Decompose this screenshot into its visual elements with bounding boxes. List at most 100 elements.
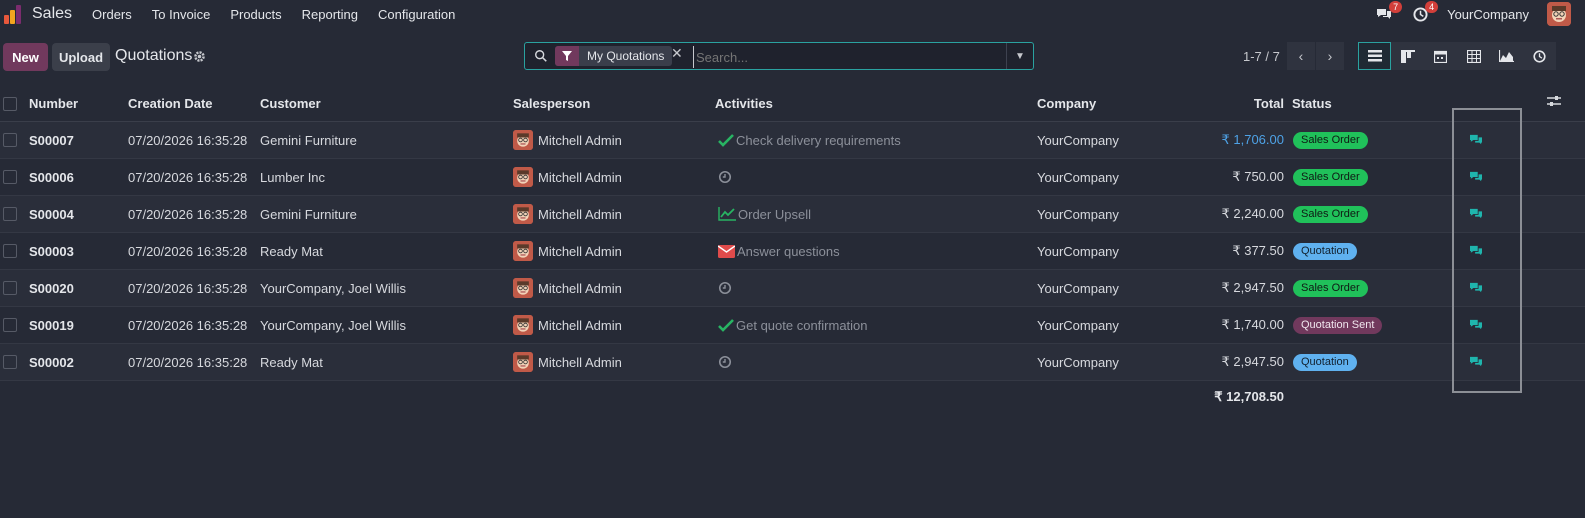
- menu-products[interactable]: Products: [230, 7, 281, 22]
- sum-total: ₹ 12,708.50: [1214, 389, 1284, 404]
- message-icon[interactable]: [1469, 208, 1483, 220]
- graph-view-button[interactable]: [1490, 42, 1523, 70]
- activity-summary[interactable]: Check delivery requirements: [736, 133, 901, 148]
- activity[interactable]: Answer questions: [718, 233, 840, 269]
- customer-name: YourCompany, Joel Willis: [260, 280, 406, 296]
- company-switcher[interactable]: YourCompany: [1447, 7, 1529, 22]
- calendar-view-button[interactable]: [1424, 42, 1457, 70]
- row-checkbox[interactable]: [3, 133, 17, 147]
- table-row[interactable]: S00007 07/20/2026 16:35:28 Gemini Furnit…: [0, 122, 1585, 159]
- facet-remove-icon[interactable]: ✕: [671, 45, 683, 62]
- activity-summary[interactable]: Order Upsell: [738, 207, 811, 222]
- row-checkbox[interactable]: [3, 318, 17, 332]
- select-all-checkbox[interactable]: [3, 96, 17, 111]
- avatar: [513, 352, 533, 372]
- row-checkbox[interactable]: [3, 244, 17, 258]
- status-badge: Quotation: [1293, 353, 1357, 371]
- activities-button[interactable]: 4: [1411, 1, 1439, 23]
- check-icon[interactable]: [718, 318, 734, 332]
- activity[interactable]: [718, 270, 734, 306]
- message-icon[interactable]: [1469, 319, 1483, 331]
- activity[interactable]: Check delivery requirements: [718, 122, 901, 158]
- check-icon[interactable]: [718, 133, 734, 147]
- clock-icon[interactable]: [718, 355, 732, 369]
- list-view-button[interactable]: [1358, 42, 1391, 70]
- salesperson: Mitchell Admin: [513, 270, 622, 306]
- order-number: S00002: [29, 354, 74, 370]
- avatar: [513, 241, 533, 261]
- list-header: Number Creation Date Customer Salesperso…: [0, 86, 1585, 122]
- message-icon[interactable]: [1469, 356, 1483, 368]
- table-row[interactable]: S00019 07/20/2026 16:35:28 YourCompany, …: [0, 307, 1585, 344]
- menu-configuration[interactable]: Configuration: [378, 7, 455, 22]
- pager-value[interactable]: 1-7 / 7: [1243, 49, 1280, 64]
- avatar: [513, 204, 533, 224]
- user-avatar[interactable]: [1547, 2, 1571, 26]
- activity-summary[interactable]: Answer questions: [737, 244, 840, 259]
- activity[interactable]: Get quote confirmation: [718, 307, 868, 343]
- table-row[interactable]: S00002 07/20/2026 16:35:28 Ready Mat Mit…: [0, 344, 1585, 381]
- activity-view-button[interactable]: [1523, 42, 1556, 70]
- creation-date: 07/20/2026 16:35:28: [128, 243, 248, 259]
- list-body: S00007 07/20/2026 16:35:28 Gemini Furnit…: [0, 122, 1585, 381]
- app-title[interactable]: Sales: [32, 5, 72, 23]
- optional-columns-icon[interactable]: [1547, 95, 1561, 109]
- column-company[interactable]: Company: [1037, 86, 1096, 121]
- company-name: YourCompany: [1037, 280, 1119, 296]
- status: Sales Order: [1293, 159, 1368, 195]
- table-row[interactable]: S00003 07/20/2026 16:35:28 Ready Mat Mit…: [0, 233, 1585, 270]
- sales-app-logo[interactable]: [4, 4, 24, 24]
- new-button[interactable]: New: [3, 43, 48, 71]
- column-salesperson[interactable]: Salesperson: [513, 86, 590, 121]
- table-row[interactable]: S00006 07/20/2026 16:35:28 Lumber Inc Mi…: [0, 159, 1585, 196]
- message-icon[interactable]: [1469, 245, 1483, 257]
- activity[interactable]: [718, 159, 734, 195]
- search-options-toggle[interactable]: ▼: [1006, 43, 1033, 69]
- table-row[interactable]: S00020 07/20/2026 16:35:28 YourCompany, …: [0, 270, 1585, 307]
- pivot-view-button[interactable]: [1457, 42, 1490, 70]
- pager-previous-button[interactable]: ‹: [1287, 42, 1315, 70]
- area-chart-icon: [1499, 50, 1514, 62]
- column-number[interactable]: Number: [29, 86, 78, 121]
- kanban-view-button[interactable]: [1391, 42, 1424, 70]
- trend-up-icon[interactable]: [718, 207, 736, 221]
- row-checkbox[interactable]: [3, 355, 17, 369]
- message-icon[interactable]: [1469, 171, 1483, 183]
- status-badge: Sales Order: [1293, 205, 1368, 223]
- gear-icon[interactable]: [193, 50, 206, 63]
- customer-name: Ready Mat: [260, 243, 323, 259]
- salesperson-name: Mitchell Admin: [538, 169, 622, 185]
- column-status[interactable]: Status: [1292, 86, 1332, 121]
- menu-to-invoice[interactable]: To Invoice: [152, 7, 211, 22]
- filter-icon: [555, 46, 579, 66]
- message-icon[interactable]: [1469, 282, 1483, 294]
- row-checkbox[interactable]: [3, 170, 17, 184]
- envelope-icon[interactable]: [718, 244, 735, 258]
- customer-name: Lumber Inc: [260, 169, 326, 185]
- customer-name: Gemini Furniture: [260, 206, 357, 222]
- clock-icon[interactable]: [718, 170, 732, 184]
- row-checkbox[interactable]: [3, 281, 17, 295]
- order-number: S00020: [29, 280, 74, 296]
- activity[interactable]: [718, 344, 734, 380]
- column-activities[interactable]: Activities: [715, 86, 773, 121]
- table-row[interactable]: S00004 07/20/2026 16:35:28 Gemini Furnit…: [0, 196, 1585, 233]
- activity-summary[interactable]: Get quote confirmation: [736, 318, 868, 333]
- upload-button[interactable]: Upload: [52, 43, 110, 71]
- messages-button[interactable]: 7: [1375, 1, 1403, 23]
- facet-label: My Quotations: [587, 49, 665, 63]
- search-input[interactable]: [693, 46, 1008, 68]
- menu-orders[interactable]: Orders: [92, 7, 132, 22]
- clock-icon[interactable]: [718, 281, 732, 295]
- row-checkbox[interactable]: [3, 207, 17, 221]
- column-creation-date[interactable]: Creation Date: [128, 86, 213, 121]
- column-total[interactable]: Total: [1184, 86, 1284, 121]
- column-customer[interactable]: Customer: [260, 86, 321, 121]
- pager-next-button[interactable]: ›: [1316, 42, 1344, 70]
- search-icon[interactable]: [534, 49, 548, 63]
- message-icon[interactable]: [1469, 134, 1483, 146]
- activity[interactable]: Order Upsell: [718, 196, 811, 232]
- company-name: YourCompany: [1037, 243, 1119, 259]
- avatar: [513, 167, 533, 187]
- menu-reporting[interactable]: Reporting: [302, 7, 358, 22]
